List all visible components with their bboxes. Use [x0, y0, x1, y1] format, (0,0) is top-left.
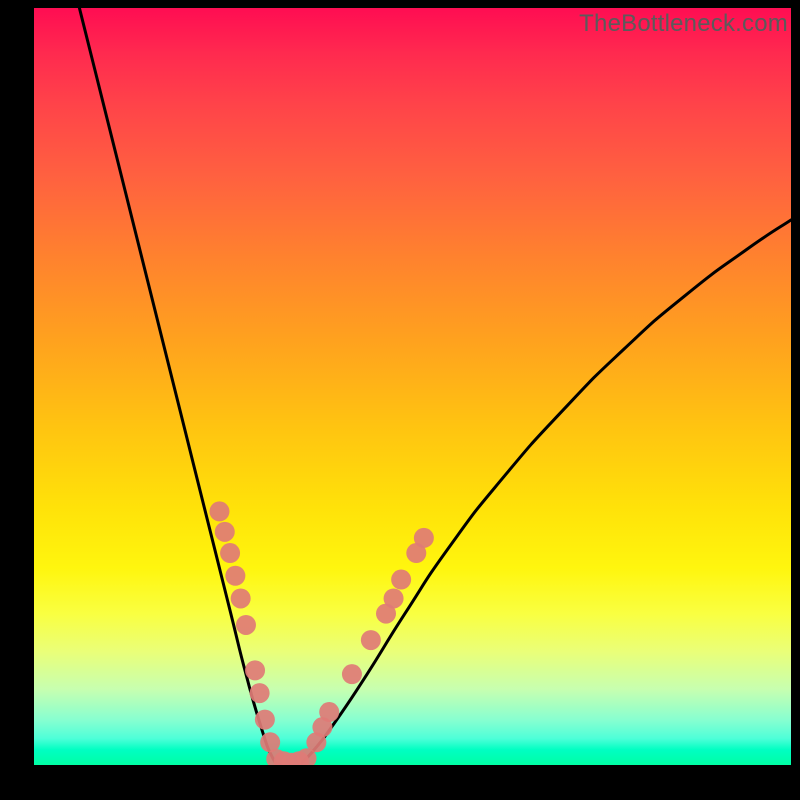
marker-point [236, 615, 256, 635]
series-group [79, 8, 791, 765]
marker-point [414, 528, 434, 548]
marker-point [215, 522, 235, 542]
chart-frame: TheBottleneck.com [0, 0, 800, 800]
curve-right-branch [299, 220, 791, 765]
watermark-text: TheBottleneck.com [579, 10, 788, 38]
marker-point [391, 570, 411, 590]
marker-point [225, 566, 245, 586]
curve-left-branch [79, 8, 280, 765]
marker-point [384, 588, 404, 608]
marker-point [250, 683, 270, 703]
chart-overlay [34, 8, 791, 765]
marker-point [209, 501, 229, 521]
plot-frame [34, 8, 791, 765]
marker-point [255, 710, 275, 730]
marker-point [231, 588, 251, 608]
marker-point [245, 660, 265, 680]
marker-point [220, 543, 240, 563]
marker-point [361, 630, 381, 650]
marker-point [319, 702, 339, 722]
marker-point [342, 664, 362, 684]
marker-group [209, 501, 433, 765]
